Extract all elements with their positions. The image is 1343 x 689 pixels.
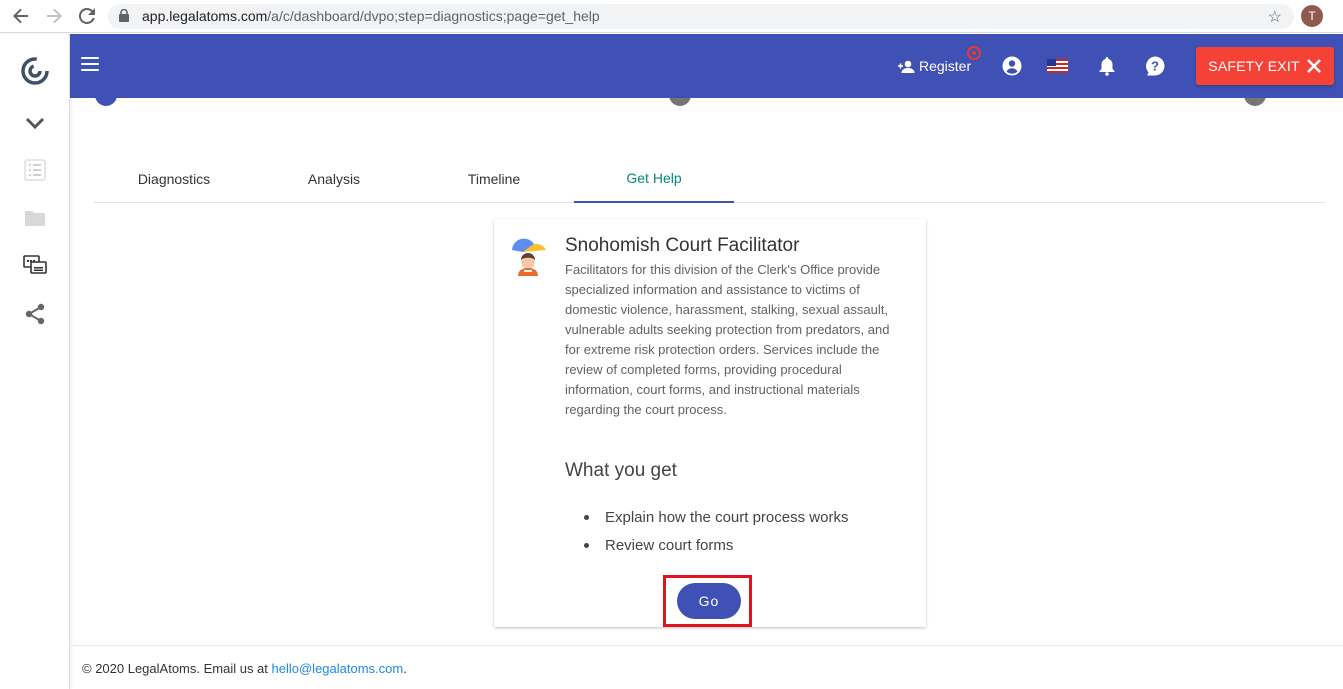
account-icon[interactable] (1002, 56, 1022, 76)
register-label: Register (919, 58, 972, 74)
what-you-get-heading: What you get (565, 460, 677, 481)
footer-period: . (403, 661, 407, 676)
app-header: Register ? SAFETY EXIT (70, 34, 1343, 98)
copyright-text: © 2020 LegalAtoms. Email us at (82, 661, 272, 676)
profile-avatar[interactable]: T (1301, 5, 1323, 27)
card-description: Facilitators for this division of the Cl… (565, 262, 890, 417)
facilitator-avatar-icon (508, 234, 550, 276)
bookmark-star-icon[interactable]: ☆ (1268, 7, 1282, 27)
close-icon (1306, 59, 1321, 73)
share-icon[interactable] (22, 301, 48, 327)
tab-timeline[interactable]: Timeline (414, 155, 574, 202)
tab-bar: Diagnostics Analysis Timeline Get Help (94, 155, 1325, 203)
url-text: app.legalatoms.com/a/c/dashboard/dvpo;st… (142, 8, 600, 24)
benefits-list: Explain how the court process works Revi… (584, 505, 848, 561)
reload-icon[interactable] (76, 6, 98, 26)
list-item: Review court forms (584, 533, 848, 561)
address-bar[interactable]: app.legalatoms.com/a/c/dashboard/dvpo;st… (108, 4, 1294, 29)
lock-icon (119, 9, 129, 22)
add-user-icon (898, 60, 915, 73)
back-icon[interactable] (10, 6, 32, 26)
us-flag-icon[interactable] (1046, 56, 1068, 76)
card-title: Snohomish Court Facilitator (565, 235, 800, 256)
list-icon[interactable] (22, 157, 48, 183)
tab-get-help[interactable]: Get Help (574, 155, 734, 203)
go-button[interactable]: Go (677, 583, 741, 619)
help-icon[interactable]: ? (1145, 56, 1165, 76)
list-item: Explain how the court process works (584, 505, 848, 533)
register-link[interactable]: Register (898, 58, 971, 74)
notification-dot-icon (967, 46, 981, 60)
forward-icon[interactable] (43, 6, 65, 26)
email-link[interactable]: hello@legalatoms.com (272, 661, 404, 676)
side-rail (0, 34, 70, 689)
safety-exit-label: SAFETY EXIT (1208, 58, 1300, 74)
hamburger-menu-icon[interactable] (81, 57, 99, 71)
svg-text:?: ? (1151, 59, 1159, 74)
chat-icon[interactable] (22, 253, 48, 279)
chevron-down-icon[interactable] (22, 110, 48, 136)
browser-toolbar: app.legalatoms.com/a/c/dashboard/dvpo;st… (0, 0, 1343, 33)
folder-icon[interactable] (22, 205, 48, 231)
safety-exit-button[interactable]: SAFETY EXIT (1196, 47, 1334, 85)
help-card: Snohomish Court Facilitator Facilitators… (494, 219, 926, 627)
footer-text: © 2020 LegalAtoms. Email us at hello@leg… (82, 661, 407, 676)
tab-diagnostics[interactable]: Diagnostics (94, 155, 254, 202)
footer: © 2020 LegalAtoms. Email us at hello@leg… (70, 645, 1343, 689)
logo-icon[interactable] (18, 54, 52, 88)
bell-icon[interactable] (1097, 56, 1117, 76)
tab-analysis[interactable]: Analysis (254, 155, 414, 202)
